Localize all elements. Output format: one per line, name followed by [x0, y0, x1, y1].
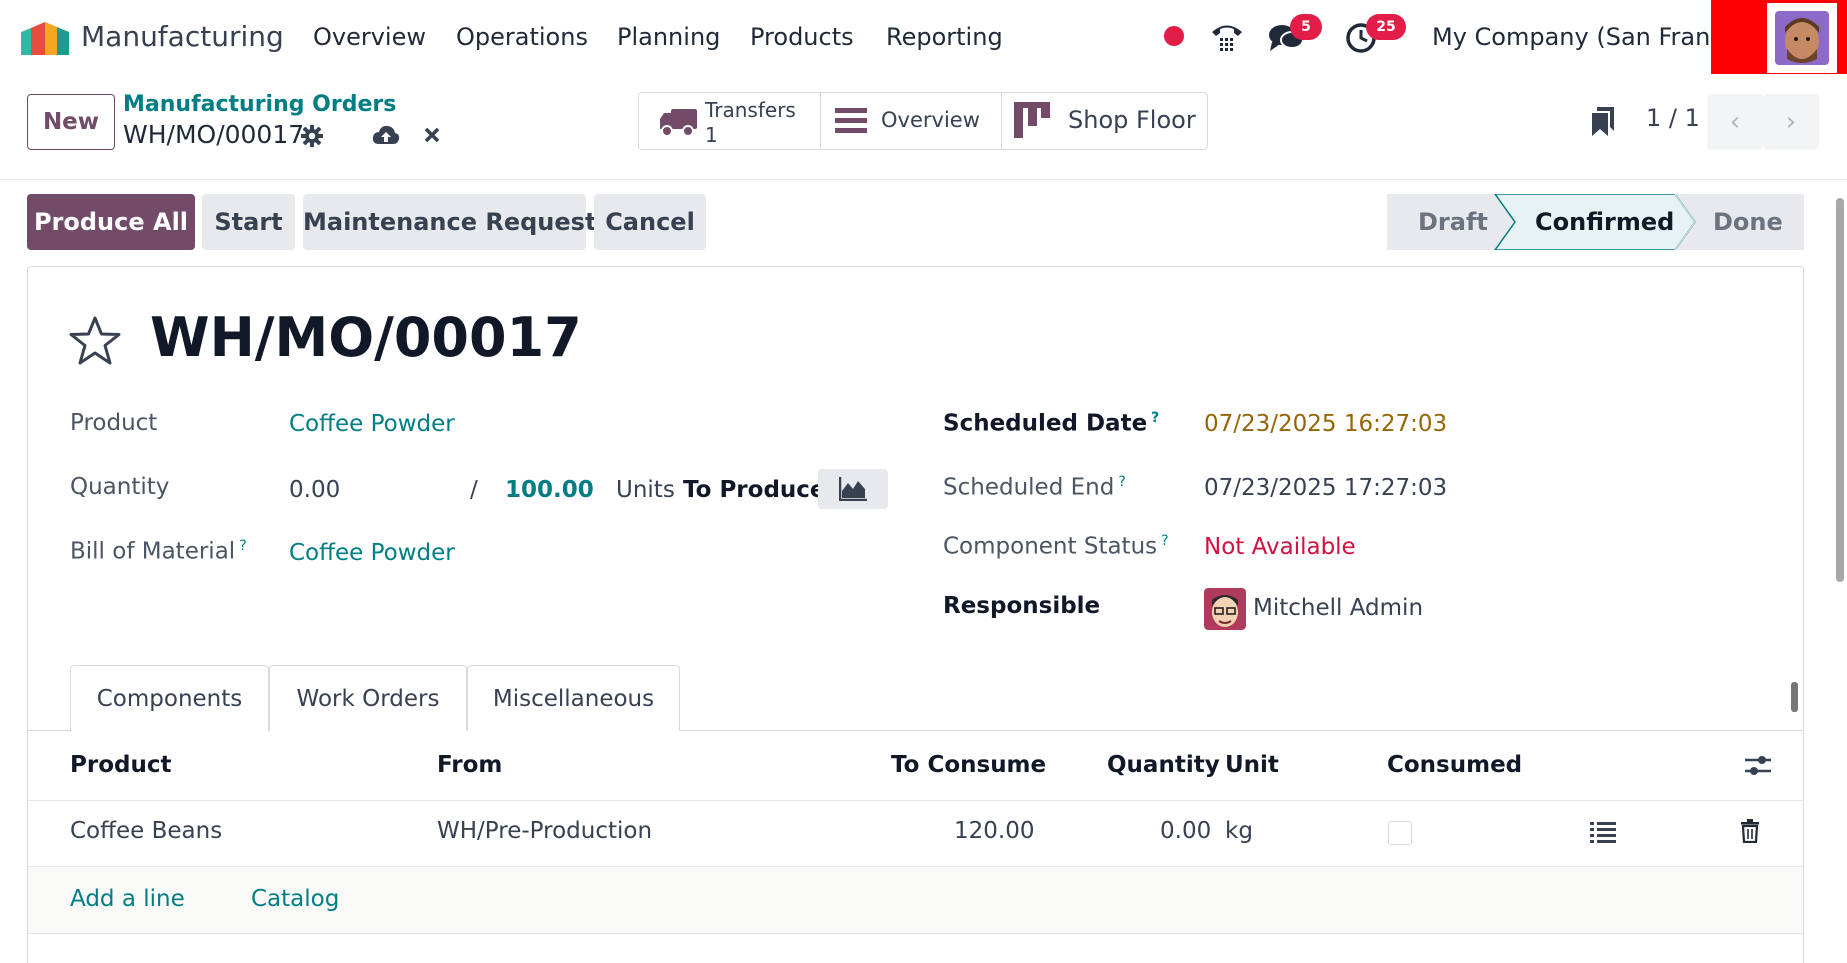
detail-list-icon[interactable]: [1590, 821, 1616, 843]
component-status-help-icon[interactable]: ?: [1161, 533, 1168, 549]
control-panel: New Manufacturing Orders WH/MO/00017 Tra…: [0, 74, 1847, 180]
quantity-unit[interactable]: Units: [616, 477, 675, 503]
product-field[interactable]: Coffee Powder: [289, 411, 455, 437]
record-title: WH/MO/00017: [150, 306, 582, 369]
tab-work-orders[interactable]: Work Orders: [269, 665, 467, 731]
chevron-left-icon: ‹: [1729, 107, 1741, 137]
gear-icon[interactable]: [300, 124, 324, 148]
company-switcher[interactable]: My Company (San Francisco): [1432, 23, 1710, 51]
quantity-separator: /: [470, 477, 478, 503]
produce-all-button[interactable]: Produce All: [27, 194, 195, 250]
forecast-report-button[interactable]: [818, 469, 888, 509]
col-from[interactable]: From: [437, 752, 502, 778]
smart-buttons: Transfers 1 Overview Shop Floor: [638, 92, 1208, 150]
stage-draft[interactable]: Draft: [1418, 194, 1488, 250]
col-quantity[interactable]: Quantity: [1107, 752, 1220, 778]
row-from[interactable]: WH/Pre-Production: [437, 818, 652, 844]
menu-operations[interactable]: Operations: [456, 23, 588, 51]
area-chart-icon: [839, 477, 867, 501]
notebook-scrollbar[interactable]: [1791, 682, 1798, 712]
component-status-value: Not Available: [1204, 534, 1356, 560]
bill-of-material-label: Bill of Material?: [70, 538, 247, 565]
row-product[interactable]: Coffee Beans: [70, 818, 222, 844]
bookmark-icon[interactable]: [1590, 105, 1616, 137]
manufacturing-logo-icon[interactable]: [21, 22, 69, 55]
scheduled-end-help-icon[interactable]: ?: [1118, 474, 1125, 490]
user-avatar-icon: [1775, 11, 1829, 65]
activities-badge: 25: [1366, 14, 1406, 40]
app-name[interactable]: Manufacturing: [81, 20, 284, 53]
to-produce-label: To Produce: [683, 477, 826, 503]
row-consumed-checkbox[interactable]: [1388, 821, 1412, 845]
stage-done[interactable]: Done: [1713, 194, 1783, 250]
overview-label: Overview: [881, 108, 980, 132]
menu-planning[interactable]: Planning: [617, 23, 720, 51]
col-unit[interactable]: Unit: [1225, 752, 1279, 778]
close-icon[interactable]: [423, 126, 441, 144]
col-product[interactable]: Product: [70, 752, 171, 778]
table-row[interactable]: [28, 800, 1803, 867]
shop-floor-label: Shop Floor: [1068, 106, 1196, 134]
page-scrollbar-thumb[interactable]: [1836, 198, 1844, 582]
menu-reporting[interactable]: Reporting: [886, 23, 1003, 51]
scheduled-date-label: Scheduled Date?: [943, 410, 1160, 437]
catalog-link[interactable]: Catalog: [251, 886, 339, 912]
top-navbar: Manufacturing Overview Operations Planni…: [0, 0, 1847, 74]
messages-badge: 5: [1290, 14, 1322, 40]
settings-sliders-icon[interactable]: [1744, 754, 1772, 778]
transfers-label: Transfers: [705, 98, 796, 122]
quantity-label: Quantity: [70, 474, 170, 500]
list-icon: [835, 108, 867, 133]
user-avatar[interactable]: [1767, 3, 1837, 73]
responsible-avatar-icon: [1204, 588, 1246, 630]
tab-components[interactable]: Components: [70, 665, 269, 732]
col-consumed[interactable]: Consumed: [1387, 752, 1522, 778]
bom-help-icon[interactable]: ?: [239, 538, 246, 554]
bill-of-material-field[interactable]: Coffee Powder: [289, 540, 455, 566]
phone-icon[interactable]: [1210, 21, 1244, 53]
responsible-field[interactable]: Mitchell Admin: [1253, 595, 1423, 621]
scheduled-date-field[interactable]: 07/23/2025 16:27:03: [1204, 411, 1447, 437]
quantity-total-field[interactable]: 100.00: [505, 477, 594, 503]
shop-floor-smart-button[interactable]: Shop Floor: [1002, 93, 1207, 149]
chevron-right-icon: ›: [1785, 107, 1797, 137]
transfers-smart-button[interactable]: Transfers 1: [639, 93, 821, 149]
breadcrumb-manufacturing-orders[interactable]: Manufacturing Orders: [123, 92, 396, 117]
pager-value[interactable]: 1 / 1: [1646, 104, 1700, 132]
overview-smart-button[interactable]: Overview: [821, 93, 1002, 149]
tab-miscellaneous[interactable]: Miscellaneous: [467, 665, 680, 731]
status-bar: Draft Confirmed Done: [1387, 194, 1804, 250]
start-button[interactable]: Start: [202, 194, 295, 250]
cloud-upload-icon[interactable]: [372, 123, 400, 147]
stage-confirmed[interactable]: Confirmed: [1535, 194, 1674, 250]
breadcrumb-current-record: WH/MO/00017: [123, 120, 305, 149]
pager-previous-button[interactable]: ‹: [1707, 94, 1763, 150]
row-unit[interactable]: kg: [1225, 818, 1253, 844]
new-button[interactable]: New: [27, 94, 115, 150]
debug-dot-icon[interactable]: [1163, 25, 1185, 47]
scheduled-end-label: Scheduled End?: [943, 474, 1126, 501]
transfers-count: 1: [705, 123, 718, 147]
truck-icon: [660, 109, 697, 137]
row-to-consume[interactable]: 120.00: [954, 818, 1034, 844]
row-quantity[interactable]: 0.00: [1160, 818, 1211, 844]
product-label: Product: [70, 410, 158, 436]
col-to-consume[interactable]: To Consume: [891, 752, 1046, 778]
menu-products[interactable]: Products: [750, 23, 854, 51]
quantity-produced-field[interactable]: 0.00: [289, 477, 340, 503]
component-status-label: Component Status?: [943, 533, 1169, 560]
pager-next-button[interactable]: ›: [1763, 94, 1819, 150]
add-a-line-link[interactable]: Add a line: [70, 886, 185, 912]
responsible-label: Responsible: [943, 593, 1101, 619]
scheduled-end-field[interactable]: 07/23/2025 17:27:03: [1204, 475, 1447, 501]
cancel-button[interactable]: Cancel: [594, 194, 706, 250]
scheduled-date-help-icon[interactable]: ?: [1151, 410, 1159, 426]
maintenance-request-button[interactable]: Maintenance Request: [303, 194, 596, 250]
kanban-icon: [1014, 102, 1050, 138]
trash-icon[interactable]: [1740, 819, 1760, 843]
star-icon[interactable]: [68, 315, 122, 367]
menu-overview[interactable]: Overview: [313, 23, 426, 51]
